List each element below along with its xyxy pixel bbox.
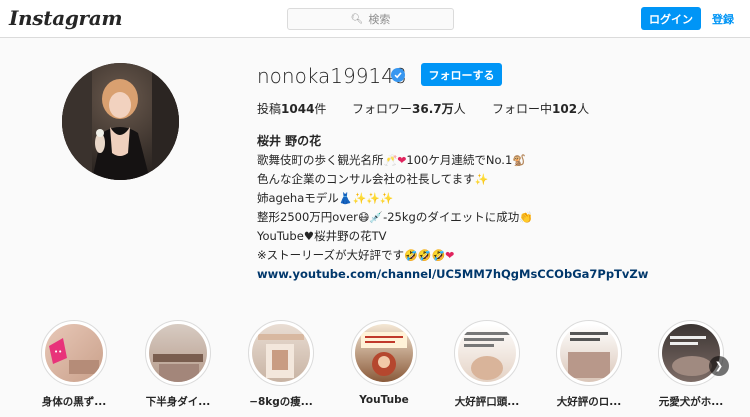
- highlight-label: YouTube: [359, 394, 409, 406]
- bio-line: 整形2500万円over😷💉-25kgのダイエットに成功👏: [257, 210, 533, 224]
- sparkle-emoji-icon: ✨✨✨: [352, 192, 394, 205]
- posts-count: 投稿1044件: [257, 102, 327, 116]
- search-placeholder: 検索: [368, 13, 391, 26]
- highlights-next-arrow-icon[interactable]: ❯: [709, 356, 729, 376]
- profile-username: nonoka199148: [257, 64, 407, 88]
- highlight-label: 元愛犬がホ...: [658, 396, 724, 408]
- search-icon: 🔍︎: [350, 13, 364, 25]
- profile-photo: [62, 63, 179, 180]
- story-highlight-5[interactable]: [454, 320, 520, 386]
- profile-avatar[interactable]: [62, 63, 179, 180]
- syringe-emoji-icon: 💉: [369, 211, 384, 224]
- highlight-cover-1: ••: [49, 338, 99, 374]
- top-navigation-bar: Instagram 🔍︎ 検索 ログイン 登録: [0, 0, 750, 38]
- verified-badge-icon: [391, 68, 405, 82]
- svg-text:••: ••: [54, 348, 62, 356]
- highlight-label: 大好評のロ...: [556, 396, 622, 408]
- highlight-cover-4: [361, 332, 407, 376]
- face-emoji-icon: 😷: [357, 211, 370, 224]
- clap-emoji-icon: 👏: [519, 211, 533, 224]
- highlight-cover-3: [258, 334, 304, 378]
- highlight-label: 下半身ダイ...: [145, 396, 211, 408]
- following-count[interactable]: フォロー中102人: [492, 100, 589, 117]
- login-button[interactable]: ログイン: [641, 7, 701, 30]
- story-highlight-1[interactable]: ••: [41, 320, 107, 386]
- laughing-emoji-icon: 🤣🤣🤣: [404, 249, 446, 262]
- story-highlight-2[interactable]: [145, 320, 211, 386]
- profile-bio: 桜井 野の花 歌舞伎町の歩く観光名所🥂❤100ケ月連続でNo.1🐒 色んな企業の…: [257, 132, 727, 284]
- highlight-cover-2: [153, 354, 203, 382]
- followers-count[interactable]: フォロワー36.7万人: [352, 100, 466, 117]
- search-input[interactable]: 🔍︎ 検索: [287, 8, 454, 30]
- highlight-label: 身体の黒ず...: [41, 396, 107, 408]
- highlight-cover-5: [464, 332, 510, 380]
- highlight-label: 大好評口頭...: [454, 396, 520, 408]
- signup-link[interactable]: 登録: [712, 11, 734, 27]
- bio-line: ※ストーリーズが大好評です🤣🤣🤣❤: [257, 248, 455, 262]
- instagram-logo[interactable]: Instagram: [9, 6, 123, 30]
- story-highlight-6[interactable]: [556, 320, 622, 386]
- follow-button[interactable]: フォローする: [421, 63, 502, 86]
- heart-emoji-icon: ❤: [445, 249, 455, 262]
- bio-line: YouTube♥桜井野の花TV: [257, 229, 387, 243]
- bio-line: 色んな企業のコンサル会社の社長してます✨: [257, 172, 489, 186]
- dress-emoji-icon: 👗: [338, 192, 353, 205]
- profile-full-name: 桜井 野の花: [257, 134, 322, 148]
- bio-line: 姉agehaモデル👗✨✨✨: [257, 191, 394, 205]
- story-highlight-3[interactable]: [248, 320, 314, 386]
- profile-website-link[interactable]: www.youtube.com/channel/UC5MM7hQgMsCCObG…: [257, 265, 727, 284]
- champagne-emoji-icon: 🥂: [383, 154, 398, 167]
- story-highlight-4[interactable]: [351, 320, 417, 386]
- highlight-cover-6: [568, 332, 610, 378]
- story-highlight-7[interactable]: [658, 320, 724, 386]
- bio-line: 歌舞伎町の歩く観光名所🥂❤100ケ月連続でNo.1🐒: [257, 153, 526, 167]
- highlight-label: −8kgの痩...: [249, 396, 313, 408]
- sparkle-emoji-icon: ✨: [474, 173, 489, 186]
- monkey-emoji-icon: 🐒: [512, 154, 526, 167]
